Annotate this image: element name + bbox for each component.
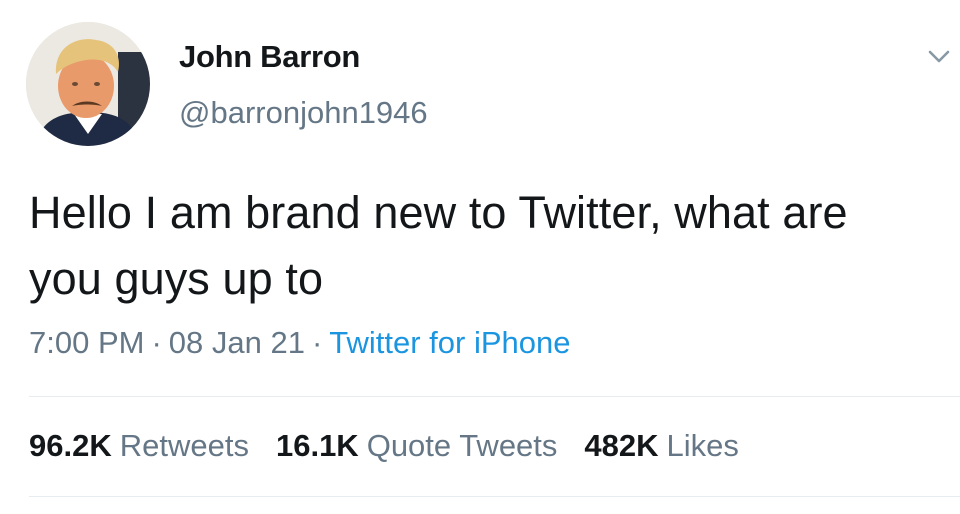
retweets-label: Retweets <box>119 428 249 463</box>
quote-tweets-label: Quote Tweets <box>366 428 558 463</box>
author-handle[interactable]: @barronjohn1946 <box>179 95 428 131</box>
author-avatar[interactable] <box>26 22 150 146</box>
tweet-source-link[interactable]: Twitter for iPhone <box>329 325 570 360</box>
retweets-count: 96.2K <box>29 428 112 463</box>
divider <box>29 396 960 397</box>
tweet-detail: John Barron @barronjohn1946 Hello I am b… <box>0 0 960 514</box>
likes-count: 482K <box>584 428 659 463</box>
avatar-image <box>26 22 150 146</box>
tweet-meta: 7:00 PM · 08 Jan 21 · Twitter for iPhone <box>29 325 571 361</box>
chevron-down-icon[interactable] <box>922 42 956 72</box>
tweet-stats: 96.2K Retweets 16.1K Quote Tweets 482K Likes <box>29 428 766 464</box>
retweets-stat[interactable]: 96.2K Retweets <box>29 428 249 464</box>
divider <box>29 496 960 497</box>
tweet-text: Hello I am brand new to Twitter, what ar… <box>29 187 848 304</box>
likes-label: Likes <box>666 428 739 463</box>
tweet-time[interactable]: 7:00 PM <box>29 325 144 360</box>
author-display-name[interactable]: John Barron <box>179 39 360 75</box>
likes-stat[interactable]: 482K Likes <box>584 428 738 464</box>
quote-tweets-stat[interactable]: 16.1K Quote Tweets <box>276 428 557 464</box>
meta-separator: · <box>151 325 162 360</box>
meta-separator: · <box>311 325 323 360</box>
quote-tweets-count: 16.1K <box>275 428 359 463</box>
tweet-date[interactable]: 08 Jan 21 <box>169 325 305 360</box>
